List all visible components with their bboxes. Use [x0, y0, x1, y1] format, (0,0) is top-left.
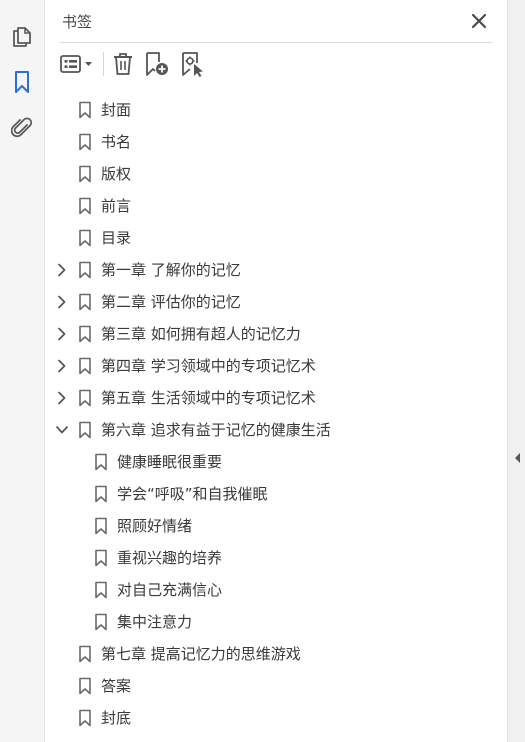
new-bookmark-icon[interactable] — [143, 51, 171, 77]
bookmark-label: 前言 — [101, 197, 132, 215]
delete-icon[interactable] — [111, 51, 135, 77]
toolbar-separator — [103, 52, 104, 76]
bookmark-icon — [94, 453, 108, 471]
bookmark-item[interactable]: 第五章 生活领域中的专项记忆术 — [45, 382, 507, 414]
bookmark-tree: 封面书名版权前言目录第一章 了解你的记忆 第二章 评估你的记忆第三章 如何拥有超人… — [45, 94, 507, 734]
chevron-right-icon[interactable] — [55, 390, 69, 406]
bookmark-icon — [94, 485, 108, 503]
bookmark-item[interactable]: 第三章 如何拥有超人的记忆力 — [45, 318, 507, 350]
bookmark-label: 版权 — [101, 165, 132, 183]
bookmark-label: 照顾好情绪 — [117, 517, 193, 535]
bookmark-item[interactable]: 封底 — [45, 702, 507, 734]
bookmark-item[interactable]: 集中注意力 — [45, 606, 507, 638]
bookmark-item[interactable]: 书名 — [45, 126, 507, 158]
bookmark-label: 封面 — [101, 101, 132, 119]
bookmark-icon — [94, 581, 108, 599]
chevron-right-icon[interactable] — [55, 262, 69, 278]
bookmark-label: 第三章 如何拥有超人的记忆力 — [101, 325, 301, 343]
bookmark-label: 第四章 学习领域中的专项记忆术 — [101, 357, 316, 375]
bookmark-icon — [78, 677, 92, 695]
bookmark-item[interactable]: 重视兴趣的培养 — [45, 542, 507, 574]
bookmark-icon — [78, 709, 92, 727]
bookmark-item[interactable]: 照顾好情绪 — [45, 510, 507, 542]
bookmark-item[interactable]: 第六章 追求有益于记忆的健康生活 — [45, 414, 507, 446]
bookmark-item[interactable]: 学会“呼吸”和自我催眠 — [45, 478, 507, 510]
options-menu-icon[interactable] — [59, 51, 97, 77]
bookmark-item[interactable]: 目录 — [45, 222, 507, 254]
bookmark-label: 封底 — [101, 709, 132, 727]
chevron-down-icon[interactable] — [55, 422, 69, 438]
attachment-icon[interactable] — [9, 115, 35, 141]
bookmark-icon — [78, 645, 92, 663]
bookmark-label: 第五章 生活领域中的专项记忆术 — [101, 389, 316, 407]
bookmarks-toolbar — [45, 43, 507, 85]
bookmark-icon — [94, 549, 108, 567]
bookmark-item[interactable]: 健康睡眠很重要 — [45, 446, 507, 478]
bookmark-icon — [78, 229, 92, 247]
bookmark-icon — [78, 197, 92, 215]
bookmark-item[interactable]: 第二章 评估你的记忆 — [45, 286, 507, 318]
bookmarks-panel: 书签 封面 书名 版权 前言 目录 第一章 了解你的记忆 第二章 评估你的记忆 … — [45, 0, 507, 742]
bookmark-label: 对自己充满信心 — [117, 581, 223, 599]
bookmark-label: 健康睡眠很重要 — [117, 453, 223, 471]
bookmark-icon — [78, 421, 92, 439]
bookmark-from-selection-icon[interactable] — [179, 51, 207, 77]
close-icon[interactable] — [469, 11, 489, 31]
bookmark-label: 重视兴趣的培养 — [117, 549, 223, 567]
bookmark-icon — [78, 293, 92, 311]
pages-icon[interactable] — [9, 22, 35, 48]
bookmark-label: 第七章 提高记忆力的思维游戏 — [101, 645, 301, 663]
bookmark-label: 答案 — [101, 677, 132, 695]
bookmark-label: 目录 — [101, 229, 132, 247]
chevron-right-icon[interactable] — [55, 294, 69, 310]
bookmark-icon — [78, 261, 92, 279]
bookmark-icon — [78, 165, 92, 183]
bookmark-item[interactable]: 封面 — [45, 94, 507, 126]
bookmark-item[interactable]: 前言 — [45, 190, 507, 222]
bookmark-label: 第一章 了解你的记忆 — [101, 261, 241, 279]
bookmark-label: 集中注意力 — [117, 613, 193, 631]
collapse-arrow-icon[interactable] — [512, 450, 522, 464]
bookmark-icon — [94, 613, 108, 631]
panel-header: 书签 — [45, 0, 507, 42]
bookmark-icon — [78, 101, 92, 119]
chevron-right-icon[interactable] — [55, 326, 69, 342]
bookmark-item[interactable]: 版权 — [45, 158, 507, 190]
bookmark-icon — [78, 325, 92, 343]
bookmark-label: 学会“呼吸”和自我催眠 — [117, 485, 268, 503]
bookmark-item[interactable]: 对自己充满信心 — [45, 574, 507, 606]
bookmark-label: 书名 — [101, 133, 132, 151]
bookmark-label: 第六章 追求有益于记忆的健康生活 — [101, 421, 331, 439]
bookmark-item[interactable]: 第七章 提高记忆力的思维游戏 — [45, 638, 507, 670]
bookmark-item[interactable]: 第一章 了解你的记忆 — [45, 254, 507, 286]
bookmark-label: 第二章 评估你的记忆 — [101, 293, 241, 311]
navigation-rail — [0, 0, 45, 742]
bookmark-icon[interactable] — [9, 69, 35, 95]
bookmark-item[interactable]: 答案 — [45, 670, 507, 702]
bookmark-icon — [78, 389, 92, 407]
chevron-right-icon[interactable] — [55, 358, 69, 374]
panel-splitter[interactable] — [507, 0, 525, 742]
panel-title: 书签 — [62, 13, 93, 31]
bookmark-icon — [78, 357, 92, 375]
bookmark-item[interactable]: 第四章 学习领域中的专项记忆术 — [45, 350, 507, 382]
bookmark-icon — [78, 133, 92, 151]
bookmark-icon — [94, 517, 108, 535]
